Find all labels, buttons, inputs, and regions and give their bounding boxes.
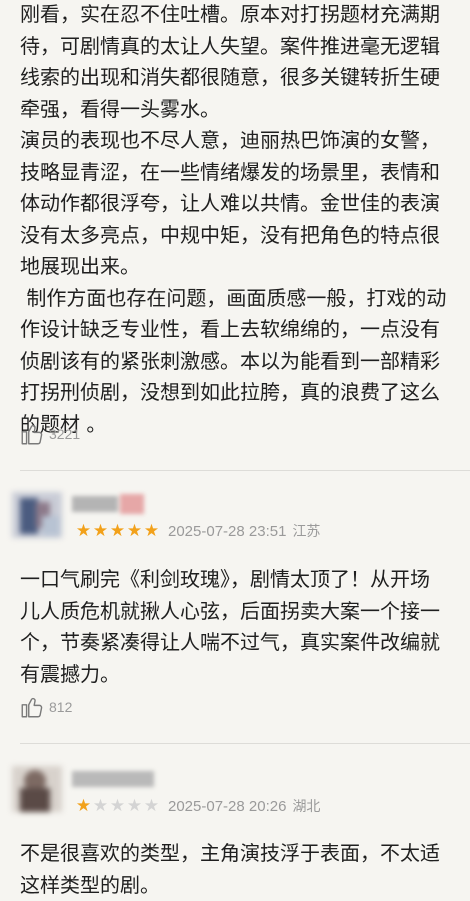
review-region: 湖北 [292,799,321,815]
username[interactable] [72,494,144,514]
avatar[interactable] [12,766,62,812]
review-header [12,492,62,538]
review-meta: ★ ★ ★ ★ ★ 2025-07-28 23:51 江苏 [75,520,321,541]
review-header [12,766,62,812]
review-1: 刚看，实在忍不住吐槽。原本对打拐题材充满期 待，可剧情真的太让人失望。案件推进毫… [20,0,470,440]
divider [20,743,470,744]
review-date: 2025-07-28 20:26 [168,797,287,815]
star-icon: ★ [126,795,143,816]
star-icon: ★ [126,520,143,541]
star-icon: ★ [143,520,160,541]
review-date: 2025-07-28 23:51 [168,522,287,540]
star-icon: ★ [109,520,126,541]
divider [20,470,470,471]
like-count: 3221 [49,426,81,442]
star-rating: ★ ★ ★ ★ ★ [75,520,160,541]
like-button[interactable]: 3221 [19,419,80,449]
avatar[interactable] [12,492,62,538]
review-region: 江苏 [292,524,321,540]
star-icon: ★ [109,795,126,816]
review-text: 不是很喜欢的类型，主角演技浮于表面，不太适 这样类型的剧。 [20,841,440,897]
review-3: 不是很喜欢的类型，主角演技浮于表面，不太适 这样类型的剧。 [20,838,470,901]
like-button[interactable]: 812 [19,692,72,722]
star-icon: ★ [92,795,109,816]
thumbs-up-icon [21,697,43,718]
star-icon: ★ [75,795,92,816]
username[interactable] [72,769,154,789]
review-2: 一口气刷完《利剑玫瑰》，剧情太顶了！从开场 儿人质危机就揪人心弦，后面拐卖大案一… [20,564,470,690]
review-text: 一口气刷完《利剑玫瑰》，剧情太顶了！从开场 儿人质危机就揪人心弦，后面拐卖大案一… [20,567,440,686]
review-meta: ★ ★ ★ ★ ★ 2025-07-28 20:26 湖北 [75,795,321,816]
star-icon: ★ [75,520,92,541]
star-rating: ★ ★ ★ ★ ★ [75,795,160,816]
star-icon: ★ [92,520,109,541]
thumbs-up-icon [21,424,43,445]
star-icon: ★ [143,795,160,816]
like-count: 812 [49,699,73,715]
review-text: 刚看，实在忍不住吐槽。原本对打拐题材充满期 待，可剧情真的太让人失望。案件推进毫… [20,2,447,436]
